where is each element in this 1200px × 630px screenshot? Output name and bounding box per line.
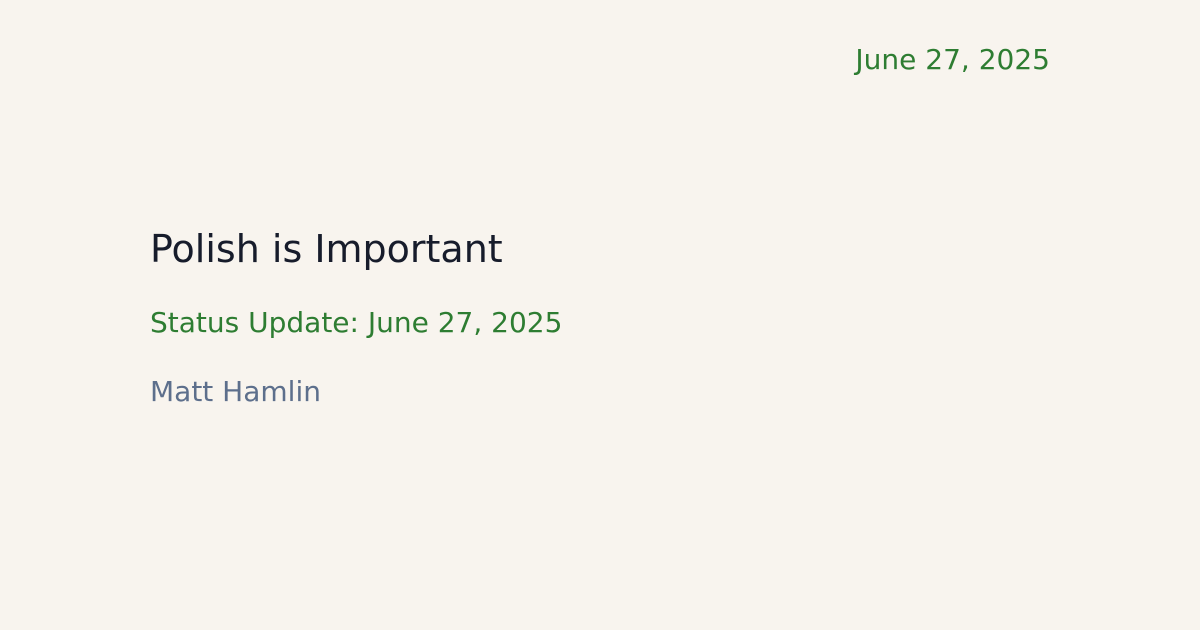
- social-card: June 27, 2025 Polish is Important Status…: [0, 0, 1200, 630]
- post-subtitle: Status Update: June 27, 2025: [150, 306, 563, 339]
- post-date: June 27, 2025: [855, 43, 1050, 76]
- post-title: Polish is Important: [150, 227, 503, 271]
- card-content: Polish is Important Status Update: June …: [150, 226, 1050, 410]
- post-author: Matt Hamlin: [150, 375, 321, 408]
